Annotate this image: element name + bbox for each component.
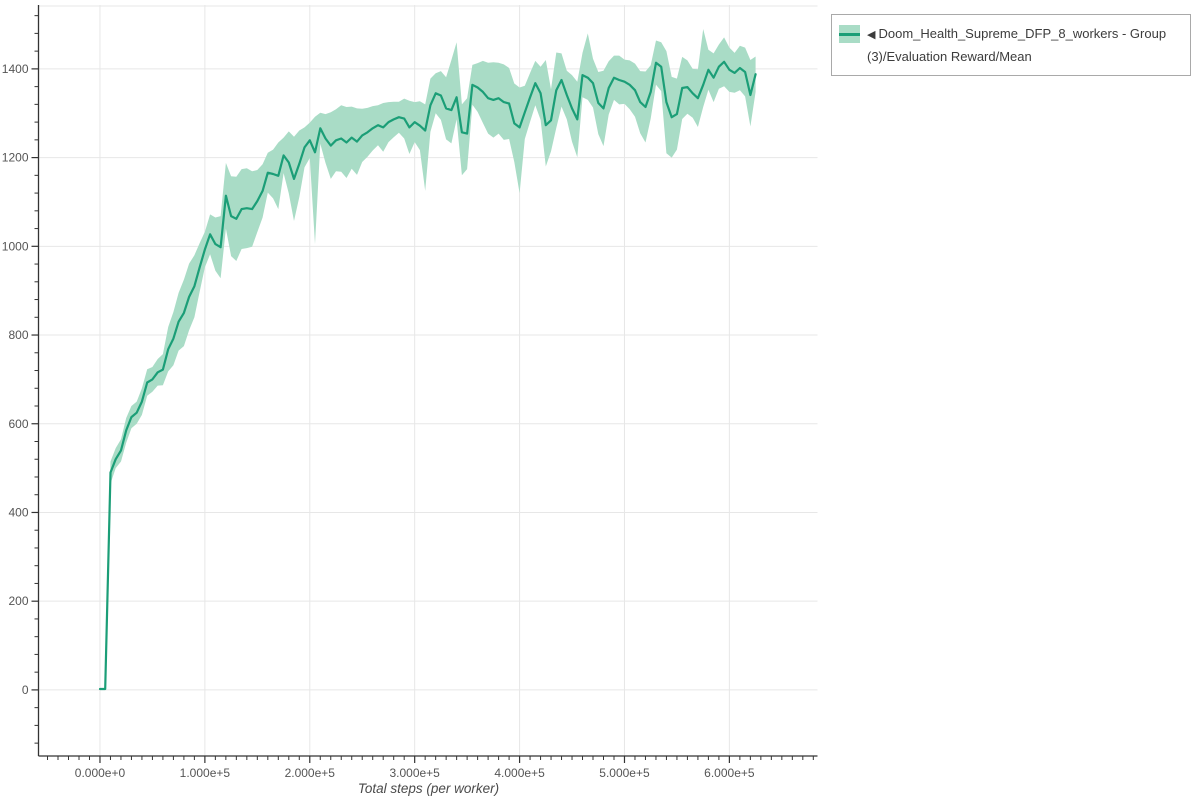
legend: ◀Doom_Health_Supreme_DFP_8_workers - Gro… (831, 14, 1191, 76)
y-tick-label: 400 (8, 505, 28, 519)
series-name: Doom_Health_Supreme_DFP_8_workers - Grou… (867, 26, 1166, 64)
legend-entry-label: ◀Doom_Health_Supreme_DFP_8_workers - Gro… (867, 23, 1182, 67)
x-tick-label: 1.000e+5 (180, 766, 231, 780)
series-color-swatch (839, 25, 860, 43)
y-tick-label: 1000 (2, 239, 29, 253)
legend-entry[interactable]: ◀Doom_Health_Supreme_DFP_8_workers - Gro… (839, 23, 1182, 67)
x-tick-label: 2.000e+5 (285, 766, 336, 780)
y-tick-label: 0 (22, 683, 29, 697)
collapse-arrow-icon[interactable]: ◀ (867, 29, 875, 41)
series-line-swatch (839, 33, 860, 36)
x-tick-label: 5.000e+5 (599, 766, 650, 780)
series-band (100, 29, 756, 690)
y-tick-label: 200 (8, 594, 28, 608)
y-tick-label: 800 (8, 328, 28, 342)
x-tick-label: 0.000e+0 (75, 766, 126, 780)
reward-chart[interactable]: 0.000e+0 1.000e+5 2.000e+5 3.000e+5 4.000e+5… (0, 0, 1200, 800)
x-tick-label: 4.000e+5 (494, 766, 545, 780)
x-axis-title: Total steps (per worker) (39, 781, 818, 796)
y-tick-label: 600 (8, 417, 28, 431)
y-tick-label: 1200 (2, 151, 29, 165)
y-tick-label: 1400 (2, 62, 29, 76)
x-tick-label: 3.000e+5 (389, 766, 440, 780)
x-tick-label: 6.000e+5 (704, 766, 755, 780)
plot-page: { "colors": { "line": "#1b9e77", "band":… (0, 0, 1200, 800)
